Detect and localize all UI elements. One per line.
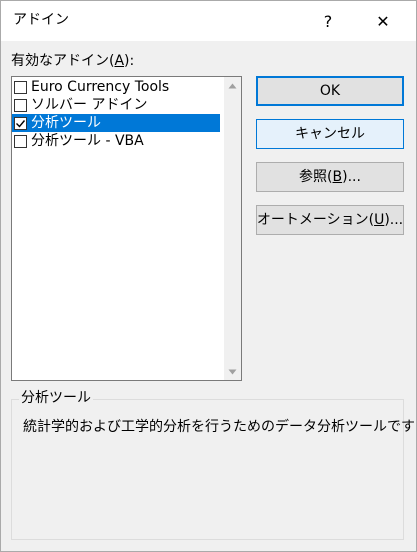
browse-button[interactable]: 参照(B)... <box>256 162 404 192</box>
help-button[interactable]: ? <box>305 1 351 41</box>
automation-label-suffix: )... <box>384 212 404 228</box>
automation-label-accesskey: U <box>374 212 385 228</box>
addin-checkbox-analysis-toolpak-vba[interactable] <box>14 134 27 148</box>
browse-label-accesskey: B <box>332 169 343 185</box>
addins-dialog: アドイン ? ✕ 有効なアドイン(A): Euro Currency Tools… <box>0 0 417 552</box>
close-button[interactable]: ✕ <box>360 1 406 41</box>
addin-checkbox-solver[interactable] <box>14 98 27 112</box>
addins-label-prefix: 有効なアドイン( <box>11 53 115 69</box>
ok-button[interactable]: OK <box>256 76 404 106</box>
automation-button[interactable]: オートメーション(U)... <box>256 205 404 235</box>
addins-list-label: 有効なアドイン(A): <box>11 52 134 70</box>
addins-listbox[interactable]: Euro Currency Tools ソルバー アドイン 分析ツール 分析ツー… <box>11 76 242 381</box>
automation-label-prefix: オートメーション( <box>256 212 375 228</box>
addins-label-accesskey: A <box>114 53 125 69</box>
triangle-up-icon <box>228 83 237 88</box>
addin-checkbox-euro-currency-tools[interactable] <box>14 80 27 94</box>
description-group-title: 分析ツール <box>19 389 93 407</box>
addins-items: Euro Currency Tools ソルバー アドイン 分析ツール 分析ツー… <box>12 78 222 150</box>
title-bar: アドイン ? ✕ <box>1 1 416 41</box>
scroll-up-button[interactable] <box>224 77 241 94</box>
check-icon <box>16 119 26 128</box>
addins-scrollbar[interactable] <box>224 77 241 380</box>
addins-label-suffix: ): <box>124 53 135 69</box>
browse-label-suffix: )... <box>342 169 361 185</box>
cancel-button[interactable]: キャンセル <box>256 119 404 149</box>
browse-label-prefix: 参照( <box>299 169 333 185</box>
dialog-title: アドイン <box>13 12 69 28</box>
triangle-down-icon <box>228 369 237 374</box>
addin-label-euro-currency-tools: Euro Currency Tools <box>31 79 170 95</box>
addin-checkbox-analysis-toolpak[interactable] <box>14 116 27 130</box>
addin-item-analysis-toolpak-vba[interactable]: 分析ツール - VBA <box>12 132 222 150</box>
scroll-down-button[interactable] <box>224 363 241 380</box>
addin-description: 統計学的および工学的分析を行うためのデータ分析ツールです <box>23 419 415 435</box>
addin-item-solver[interactable]: ソルバー アドイン <box>12 96 222 114</box>
addin-label-solver: ソルバー アドイン <box>31 97 148 113</box>
addin-item-euro-currency-tools[interactable]: Euro Currency Tools <box>12 78 222 96</box>
addin-label-analysis-toolpak: 分析ツール <box>31 115 101 131</box>
addin-label-analysis-toolpak-vba: 分析ツール - VBA <box>31 133 144 149</box>
addin-item-analysis-toolpak[interactable]: 分析ツール <box>12 114 220 132</box>
